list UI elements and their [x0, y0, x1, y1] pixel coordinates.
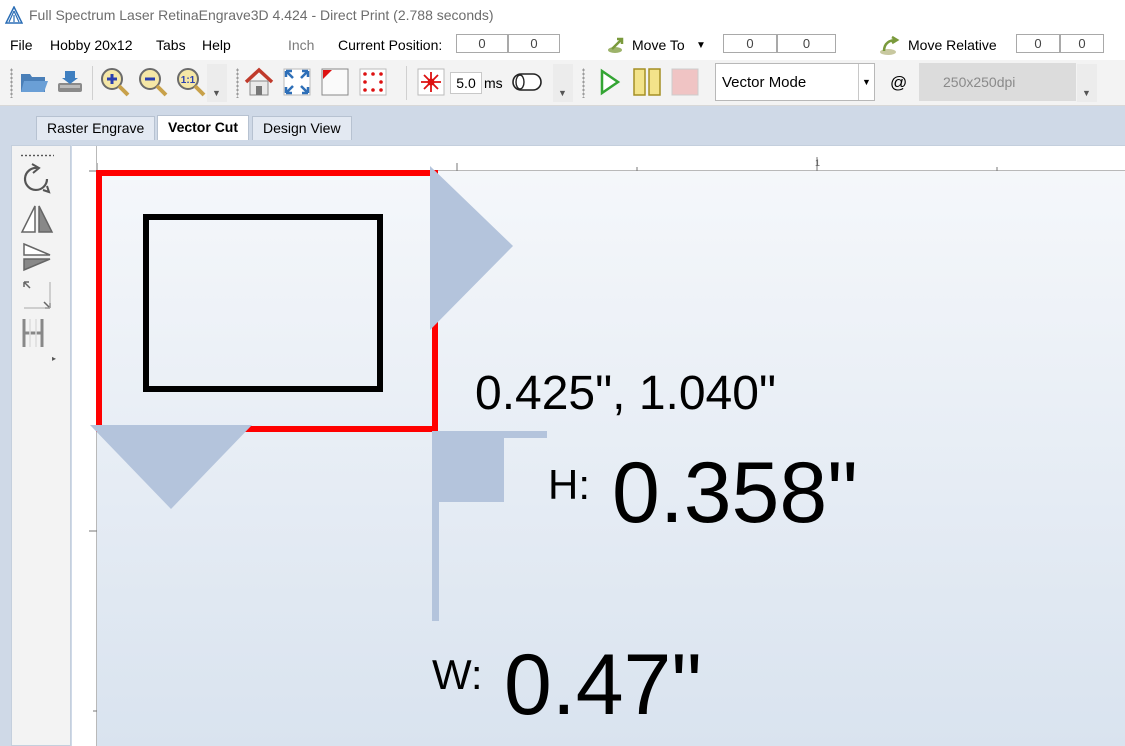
- mode-select-value: Vector Mode: [722, 74, 807, 91]
- left-ruler: [72, 146, 97, 746]
- toolbar-separator: [406, 66, 407, 100]
- ruler-ticks: [89, 170, 97, 712]
- align-icon[interactable]: [20, 316, 54, 350]
- flip-horizontal-icon[interactable]: [20, 202, 54, 236]
- move-relative-label[interactable]: Move Relative: [908, 37, 997, 53]
- window-title: Full Spectrum Laser RetinaEngrave3D 4.42…: [29, 7, 494, 23]
- rotate-icon[interactable]: [20, 162, 54, 196]
- fit-icon: [283, 68, 311, 96]
- air-assist-button[interactable]: [510, 65, 544, 99]
- menu-machine[interactable]: Hobby 20x12: [50, 37, 133, 53]
- svg-text:1:1: 1:1: [181, 75, 196, 86]
- move-to-y-input[interactable]: 0: [777, 34, 836, 53]
- app-logo-icon: [5, 6, 23, 24]
- panel-grip[interactable]: [20, 154, 54, 157]
- left-tool-panel: ▸: [11, 145, 71, 746]
- toolbar-overflow-button[interactable]: ▼: [1077, 64, 1097, 102]
- move-to-dropdown-icon[interactable]: ▼: [696, 40, 706, 51]
- resize-icon[interactable]: [20, 278, 54, 312]
- zoom-actual-icon: 1:1: [177, 68, 206, 97]
- stop-button[interactable]: [668, 65, 702, 99]
- air-assist-icon: [512, 73, 542, 91]
- corner-origin-button[interactable]: [318, 65, 352, 99]
- current-position-y: 0: [508, 34, 560, 53]
- home-button[interactable]: [242, 65, 276, 99]
- width-value: 0.47": [504, 637, 702, 733]
- open-file-button[interactable]: [17, 65, 51, 99]
- menu-tabs[interactable]: Tabs: [156, 37, 186, 53]
- move-relative-x-input[interactable]: 0: [1016, 34, 1060, 53]
- tab-strip: Raster Engrave Vector Cut Design View: [0, 106, 1125, 140]
- laser-time-input[interactable]: 5.0: [450, 72, 482, 94]
- toolbar-grip[interactable]: [582, 68, 585, 98]
- ruler-ticks: [97, 157, 998, 171]
- stop-icon: [671, 68, 699, 96]
- main-toolbar: 1:1 ▼ 5.0 ms ▼ Vector Mode ▼ @ 250x250dp…: [0, 60, 1125, 106]
- unit-label[interactable]: Inch: [288, 37, 314, 53]
- width-label: W:: [432, 651, 483, 698]
- ruler-label: 1: [815, 158, 821, 168]
- fit-to-window-button[interactable]: [280, 65, 314, 99]
- tab-raster-engrave[interactable]: Raster Engrave: [36, 116, 156, 140]
- corner-icon: [321, 68, 349, 96]
- zoom-actual-button[interactable]: 1:1: [174, 65, 208, 99]
- height-value: 0.358": [612, 445, 858, 541]
- home-icon: [244, 67, 274, 96]
- design-canvas[interactable]: 1 0.425", 1.040" H: 0.358" W: 0.47": [72, 145, 1125, 746]
- current-position-label: Current Position:: [338, 37, 443, 53]
- position-readout: 0.425", 1.040": [475, 367, 776, 420]
- move-to-icon[interactable]: [606, 35, 628, 55]
- move-relative-icon[interactable]: [878, 35, 902, 57]
- title-bar: Full Spectrum Laser RetinaEngrave3D 4.42…: [0, 0, 1125, 30]
- save-button[interactable]: [53, 65, 87, 99]
- toolbar-overflow-button[interactable]: ▼: [553, 64, 573, 102]
- tab-vector-cut[interactable]: Vector Cut: [157, 115, 250, 140]
- laser-time-unit: ms: [484, 75, 503, 91]
- laser-icon: [417, 68, 445, 96]
- zoom-out-icon: [139, 68, 168, 97]
- grid-button[interactable]: [356, 65, 390, 99]
- at-symbol: @: [890, 73, 908, 92]
- move-handle[interactable]: [432, 431, 547, 621]
- resize-width-handle[interactable]: [430, 166, 513, 330]
- run-button[interactable]: [592, 65, 626, 99]
- run-icon: [600, 68, 621, 96]
- tab-design-view[interactable]: Design View: [252, 116, 352, 140]
- flip-vertical-icon[interactable]: [20, 240, 54, 274]
- height-label: H:: [548, 461, 590, 508]
- dpi-select[interactable]: 250x250dpi: [919, 63, 1076, 101]
- toolbar-separator: [92, 66, 93, 100]
- save-icon: [58, 71, 82, 92]
- zoom-out-button[interactable]: [136, 65, 170, 99]
- workspace: ▸ 1 0.425", 1.040" H: 0.358" W: 0.47": [0, 140, 1125, 746]
- pause-button[interactable]: [630, 65, 664, 99]
- design-rectangle[interactable]: [143, 214, 383, 392]
- open-file-icon: [21, 74, 48, 92]
- expand-arrow-icon[interactable]: ▸: [52, 354, 56, 363]
- toolbar-overflow-button[interactable]: ▼: [207, 64, 227, 102]
- dot-grid-icon: [359, 68, 387, 96]
- resize-height-handle[interactable]: [90, 425, 252, 509]
- menu-bar: File Hobby 20x12 Tabs Help Inch Current …: [0, 30, 1125, 60]
- zoom-in-icon: [101, 68, 130, 97]
- current-position-x: 0: [456, 34, 508, 53]
- move-relative-y-input[interactable]: 0: [1060, 34, 1104, 53]
- top-ruler: 1: [97, 146, 1125, 171]
- laser-fire-button[interactable]: [414, 65, 448, 99]
- chevron-down-icon[interactable]: ▼: [858, 64, 874, 100]
- mode-select[interactable]: Vector Mode ▼: [715, 63, 875, 101]
- zoom-in-button[interactable]: [98, 65, 132, 99]
- menu-help[interactable]: Help: [202, 37, 231, 53]
- move-to-label[interactable]: Move To: [632, 37, 685, 53]
- pause-icon: [633, 68, 661, 96]
- menu-file[interactable]: File: [10, 37, 33, 53]
- toolbar-grip[interactable]: [10, 68, 13, 98]
- toolbar-grip[interactable]: [236, 68, 239, 98]
- move-to-x-input[interactable]: 0: [723, 34, 777, 53]
